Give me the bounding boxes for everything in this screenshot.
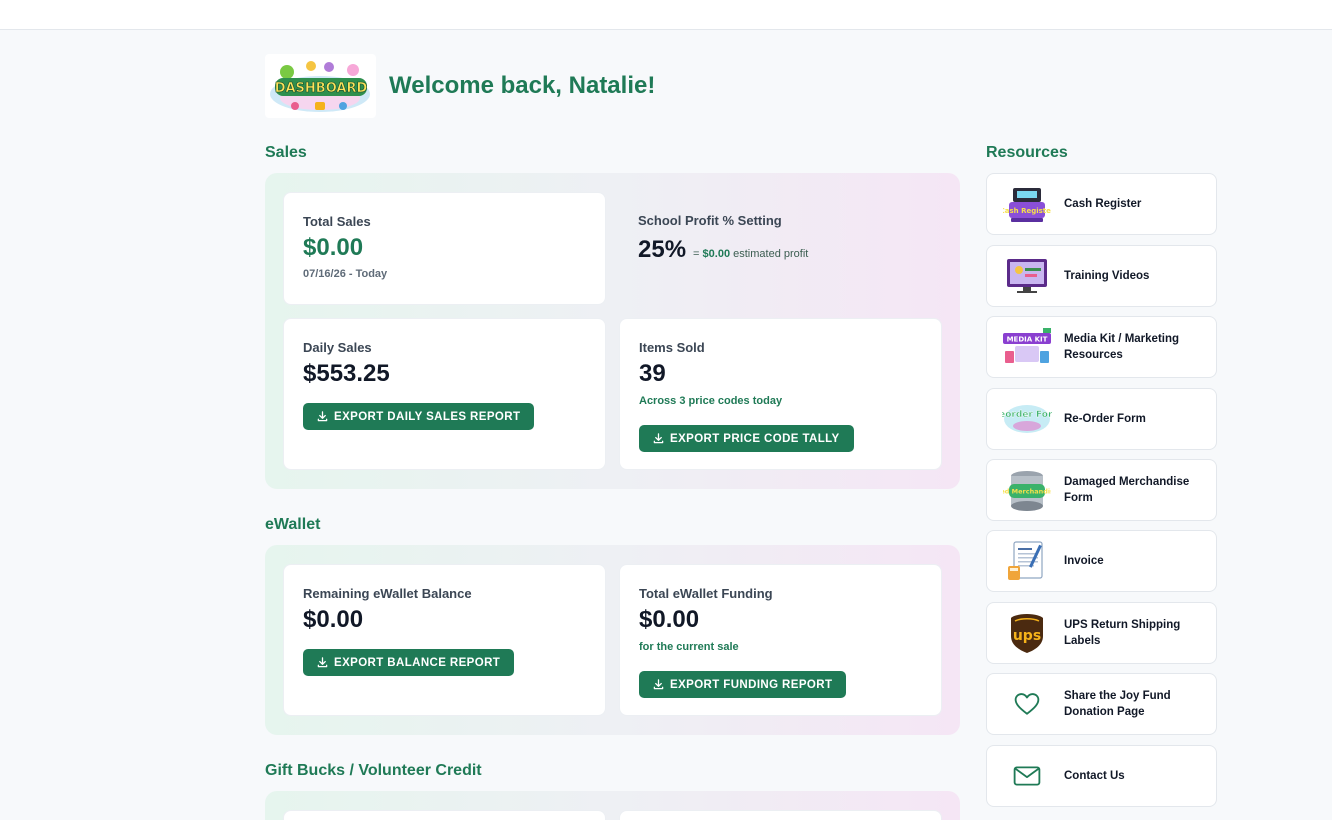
welcome-heading: Welcome back, Natalie! <box>389 72 656 99</box>
training-videos-icon <box>1001 254 1053 298</box>
resource-label: Invoice <box>1064 555 1104 567</box>
export-balance-report-button[interactable]: EXPORT BALANCE REPORT <box>303 649 515 676</box>
sales-panel: Total Sales $0.00 07/16/26 - Today Schoo… <box>265 173 960 489</box>
volunteer-credit-card <box>619 810 942 820</box>
resource-label: Media Kit / Marketing Resources <box>1064 333 1180 361</box>
reorder-form-icon: Reorder Form <box>1001 397 1053 441</box>
profit-setting-block: School Profit % Setting 25% = $0.00 esti… <box>638 213 938 264</box>
download-icon <box>653 679 664 690</box>
resource-label: UPS Return Shipping Labels <box>1064 619 1181 647</box>
daily-sales-value: $553.25 <box>303 360 390 387</box>
price-codes-note: Across 3 price codes today <box>639 395 783 407</box>
heart-icon <box>1001 682 1053 726</box>
svg-text:DASHBOARD: DASHBOARD <box>275 81 368 96</box>
estimated-profit-amount: $0.00 <box>702 248 731 260</box>
total-sales-label: Total Sales <box>303 214 371 229</box>
gift-bucks-card <box>283 810 606 820</box>
resource-ups-return-labels[interactable]: ups UPS Return Shipping Labels <box>986 602 1217 664</box>
daily-sales-label: Daily Sales <box>303 340 372 355</box>
profit-percent: 25% <box>638 236 687 263</box>
resources-section-title: Resources <box>986 144 1068 161</box>
ewallet-balance-card: Remaining eWallet Balance $0.00 EXPORT B… <box>283 564 606 716</box>
resource-label: Share the Joy Fund Donation Page <box>1064 690 1171 718</box>
svg-text:Damaged Merchandise Form: Damaged Merchandise Form <box>1003 488 1051 496</box>
invoice-icon <box>1001 539 1053 583</box>
ewallet-section-title: eWallet <box>265 516 321 533</box>
resource-cash-register[interactable]: Cash Register Cash Register <box>986 173 1217 235</box>
dashboard-logo: DASHBOARD <box>265 54 376 118</box>
gift-bucks-section-title: Gift Bucks / Volunteer Credit <box>265 762 482 779</box>
estimated-profit-note: = $0.00 estimated profit <box>693 248 809 260</box>
resource-damaged-merchandise[interactable]: Damaged Merchandise Form Damaged Merchan… <box>986 459 1217 521</box>
resource-invoice[interactable]: Invoice <box>986 530 1217 592</box>
resource-label: Re-Order Form <box>1064 413 1146 425</box>
svg-text:Reorder Form: Reorder Form <box>1002 410 1052 420</box>
daily-sales-card: Daily Sales $553.25 EXPORT DAILY SALES R… <box>283 318 606 470</box>
cash-register-icon: Cash Register <box>1001 182 1053 226</box>
profit-setting-label: School Profit % Setting <box>638 213 782 228</box>
gift-bucks-panel <box>265 791 960 820</box>
items-sold-label: Items Sold <box>639 340 705 355</box>
download-icon <box>317 411 328 422</box>
ewallet-funding-note: for the current sale <box>639 641 739 653</box>
ewallet-funding-label: Total eWallet Funding <box>639 586 773 601</box>
items-sold-value: 39 <box>639 360 666 387</box>
resource-reorder-form[interactable]: Reorder Form Re-Order Form <box>986 388 1217 450</box>
resource-contact-us[interactable]: Contact Us <box>986 745 1217 807</box>
total-sales-card: Total Sales $0.00 07/16/26 - Today <box>283 192 606 305</box>
resource-training-videos[interactable]: Training Videos <box>986 245 1217 307</box>
resource-label: Cash Register <box>1064 198 1142 210</box>
top-bar <box>0 0 1332 30</box>
ewallet-balance-value: $0.00 <box>303 606 364 633</box>
ewallet-balance-label: Remaining eWallet Balance <box>303 586 472 601</box>
resource-label: Training Videos <box>1064 270 1150 282</box>
mail-icon <box>1001 754 1053 798</box>
ewallet-funding-card: Total eWallet Funding $0.00 for the curr… <box>619 564 942 716</box>
export-price-code-tally-button[interactable]: EXPORT PRICE CODE TALLY <box>639 425 854 452</box>
svg-text:ups: ups <box>1013 628 1041 644</box>
download-icon <box>653 433 664 444</box>
total-sales-date-range: 07/16/26 - Today <box>303 268 388 280</box>
resource-label: Contact Us <box>1064 770 1125 782</box>
ewallet-panel: Remaining eWallet Balance $0.00 EXPORT B… <box>265 545 960 735</box>
resource-media-kit[interactable]: MEDIA KIT Media Kit / Marketing Resource… <box>986 316 1217 378</box>
resource-label: Damaged Merchandise Form <box>1064 476 1190 504</box>
media-kit-icon: MEDIA KIT <box>1001 325 1053 369</box>
export-funding-report-button[interactable]: EXPORT FUNDING REPORT <box>639 671 847 698</box>
damaged-merchandise-icon: Damaged Merchandise Form <box>1001 468 1053 512</box>
resource-share-the-joy[interactable]: Share the Joy Fund Donation Page <box>986 673 1217 735</box>
sales-section-title: Sales <box>265 144 307 161</box>
svg-text:MEDIA KIT: MEDIA KIT <box>1007 336 1048 344</box>
page-header: DASHBOARD Welcome back, Natalie! <box>265 54 655 118</box>
ups-icon: ups <box>1001 611 1053 655</box>
download-icon <box>317 657 328 668</box>
svg-text:Cash Register: Cash Register <box>1003 207 1051 215</box>
export-daily-sales-button[interactable]: EXPORT DAILY SALES REPORT <box>303 403 535 430</box>
items-sold-card: Items Sold 39 Across 3 price codes today… <box>619 318 942 470</box>
total-sales-value: $0.00 <box>303 234 364 261</box>
ewallet-funding-value: $0.00 <box>639 606 700 633</box>
